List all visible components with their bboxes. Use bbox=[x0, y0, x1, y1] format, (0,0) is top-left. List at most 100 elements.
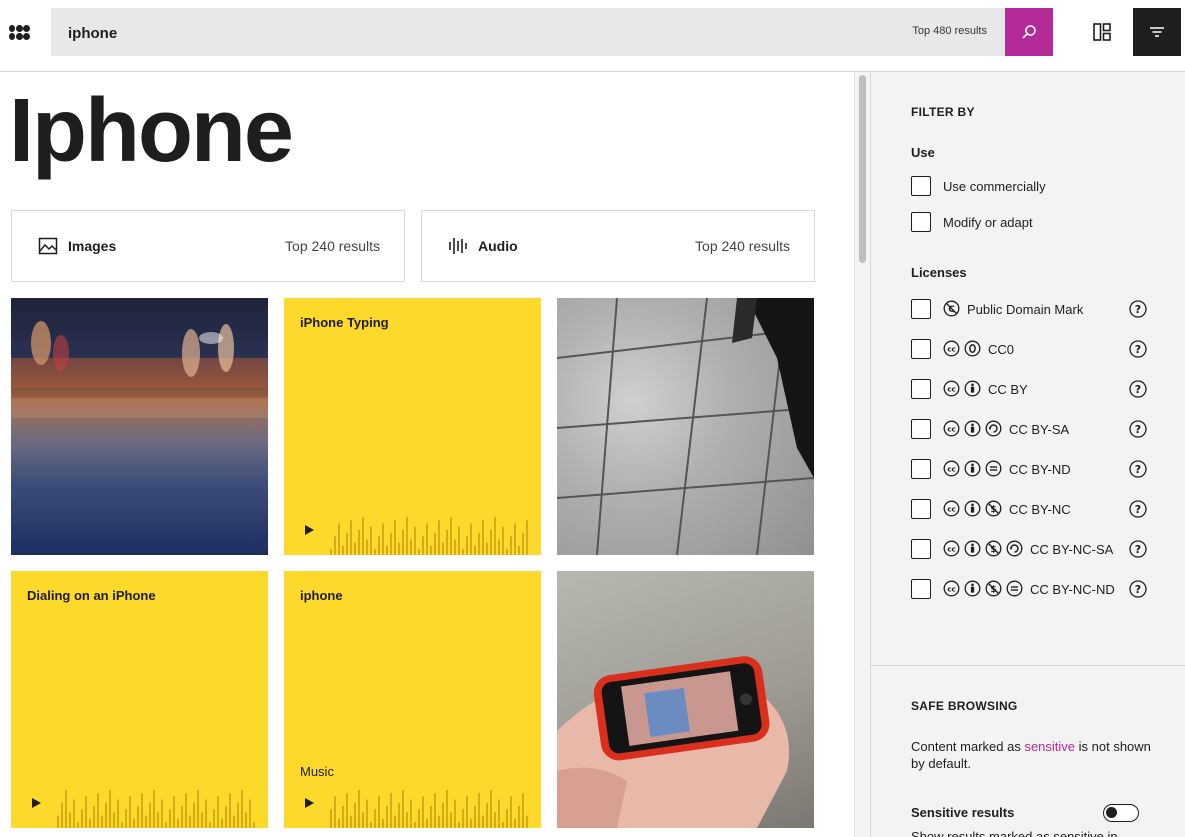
main-content: Iphone Images Top 240 results Audio Top … bbox=[0, 72, 854, 837]
license-icons: cc bbox=[943, 380, 981, 398]
by-icon bbox=[964, 420, 981, 437]
cc-icon: cc bbox=[943, 340, 960, 357]
license-cc-by-nc-checkbox[interactable] bbox=[911, 499, 931, 519]
help-icon[interactable]: ? bbox=[1129, 500, 1147, 518]
license-cc-by-nd-label[interactable]: CC BY-ND bbox=[1009, 462, 1071, 477]
license-public-domain-mark-label[interactable]: Public Domain Mark bbox=[967, 302, 1083, 317]
license-icons: cc bbox=[943, 340, 981, 358]
help-icon[interactable]: ? bbox=[1129, 460, 1147, 478]
license-cc0-checkbox[interactable] bbox=[911, 339, 931, 359]
svg-text:cc: cc bbox=[947, 345, 955, 353]
license-cc-by-nc-label[interactable]: CC BY-NC bbox=[1009, 502, 1071, 517]
license-public-domain-mark-checkbox[interactable] bbox=[911, 299, 931, 319]
svg-text:?: ? bbox=[1135, 383, 1141, 396]
svg-text:?: ? bbox=[1135, 503, 1141, 516]
page-title: Iphone bbox=[9, 81, 294, 181]
license-cc-by-nc-sa-checkbox[interactable] bbox=[911, 539, 931, 559]
cc-icon: cc bbox=[943, 500, 960, 517]
play-icon[interactable] bbox=[303, 797, 315, 809]
license-cc-by-label[interactable]: CC BY bbox=[988, 382, 1028, 397]
modify-adapt-label[interactable]: Modify or adapt bbox=[943, 215, 1033, 230]
image-icon bbox=[38, 237, 58, 255]
image-result-1[interactable] bbox=[11, 298, 268, 555]
blurred-street-photo bbox=[11, 321, 268, 418]
scrollbar-thumb[interactable] bbox=[859, 75, 866, 263]
license-cc-by-sa-label[interactable]: CC BY-SA bbox=[1009, 422, 1069, 437]
cc-icon: cc bbox=[943, 420, 960, 437]
by-icon bbox=[964, 380, 981, 397]
svg-text:cc: cc bbox=[947, 425, 955, 433]
search-button[interactable] bbox=[1005, 8, 1053, 56]
openverse-logo[interactable] bbox=[9, 23, 30, 41]
use-heading: Use bbox=[911, 145, 935, 160]
license-icons: cc bbox=[943, 460, 1002, 478]
search-icon bbox=[1022, 25, 1036, 39]
svg-text:cc: cc bbox=[947, 465, 955, 473]
license-icons: cc $ bbox=[943, 500, 1002, 518]
nc-icon: $ bbox=[985, 580, 1002, 597]
toggle-knob bbox=[1106, 807, 1117, 818]
svg-text:cc: cc bbox=[947, 505, 955, 513]
use-commercially-label[interactable]: Use commercially bbox=[943, 179, 1046, 194]
audio-title: Dialing on an iPhone bbox=[27, 588, 156, 603]
svg-text:?: ? bbox=[1135, 423, 1141, 436]
modify-adapt-checkbox[interactable] bbox=[911, 212, 931, 232]
safe-browsing-heading: SAFE BROWSING bbox=[911, 699, 1018, 713]
layout-button[interactable] bbox=[1083, 13, 1121, 51]
waveform[interactable] bbox=[330, 513, 530, 555]
audio-type-card[interactable]: Audio Top 240 results bbox=[421, 210, 815, 282]
audio-title: iphone bbox=[300, 588, 343, 603]
safe-browsing-description: Content marked as sensitive is not shown… bbox=[911, 738, 1151, 772]
nc-icon: $ bbox=[985, 500, 1002, 517]
images-type-card[interactable]: Images Top 240 results bbox=[11, 210, 405, 282]
play-icon[interactable] bbox=[303, 524, 315, 536]
sa-icon bbox=[1006, 540, 1023, 557]
waveform[interactable] bbox=[330, 786, 530, 828]
images-card-label: Images bbox=[68, 238, 117, 254]
waveform[interactable] bbox=[57, 786, 257, 828]
help-icon[interactable]: ? bbox=[1129, 340, 1147, 358]
header: Top 480 results bbox=[0, 0, 1185, 72]
filter-icon bbox=[1150, 27, 1164, 37]
license-cc-by-checkbox[interactable] bbox=[911, 379, 931, 399]
audio-title: iPhone Typing bbox=[300, 315, 389, 330]
help-icon[interactable]: ? bbox=[1129, 580, 1147, 598]
search-box: Top 480 results bbox=[51, 8, 1005, 56]
use-commercially-checkbox[interactable] bbox=[911, 176, 931, 196]
audio-wave-icon bbox=[449, 238, 467, 254]
license-cc-by-nc-nd-checkbox[interactable] bbox=[911, 579, 931, 599]
svg-text:?: ? bbox=[1135, 583, 1141, 596]
image-result-2[interactable] bbox=[557, 298, 814, 555]
license-cc-by-nc-nd-label[interactable]: CC BY-NC-ND bbox=[1030, 582, 1115, 597]
play-icon[interactable] bbox=[30, 797, 42, 809]
cc-icon: cc bbox=[943, 380, 960, 397]
audio-result-1[interactable]: iPhone Typing bbox=[284, 298, 541, 555]
audio-result-2[interactable]: Dialing on an iPhone bbox=[11, 571, 268, 828]
licenses-heading: Licenses bbox=[911, 265, 967, 280]
image-result-3[interactable] bbox=[557, 571, 814, 828]
audio-genre: Music bbox=[300, 764, 334, 779]
help-icon[interactable]: ? bbox=[1129, 300, 1147, 318]
nd-icon bbox=[985, 460, 1002, 477]
help-icon[interactable]: ? bbox=[1129, 540, 1147, 558]
license-cc-by-nc-sa-label[interactable]: CC BY-NC-SA bbox=[1030, 542, 1113, 557]
license-cc0-label[interactable]: CC0 bbox=[988, 342, 1014, 357]
help-icon[interactable]: ? bbox=[1129, 420, 1147, 438]
help-icon[interactable]: ? bbox=[1129, 380, 1147, 398]
audio-result-3[interactable]: iphone Music bbox=[284, 571, 541, 828]
filter-button[interactable] bbox=[1133, 8, 1181, 56]
sensitive-link[interactable]: sensitive bbox=[1024, 739, 1075, 754]
cc-icon: cc bbox=[943, 540, 960, 557]
scrollbar[interactable] bbox=[854, 72, 870, 837]
hand-holding-phone-photo bbox=[557, 656, 789, 828]
search-input[interactable] bbox=[68, 22, 768, 44]
svg-text:?: ? bbox=[1135, 343, 1141, 356]
svg-text:?: ? bbox=[1135, 463, 1141, 476]
license-cc-by-sa-checkbox[interactable] bbox=[911, 419, 931, 439]
license-cc-by-nd-checkbox[interactable] bbox=[911, 459, 931, 479]
cc-icon: cc bbox=[943, 580, 960, 597]
audio-card-label: Audio bbox=[478, 238, 518, 254]
pavement-photo bbox=[557, 298, 814, 555]
sensitive-results-toggle[interactable] bbox=[1103, 804, 1139, 822]
nc-icon: $ bbox=[985, 540, 1002, 557]
